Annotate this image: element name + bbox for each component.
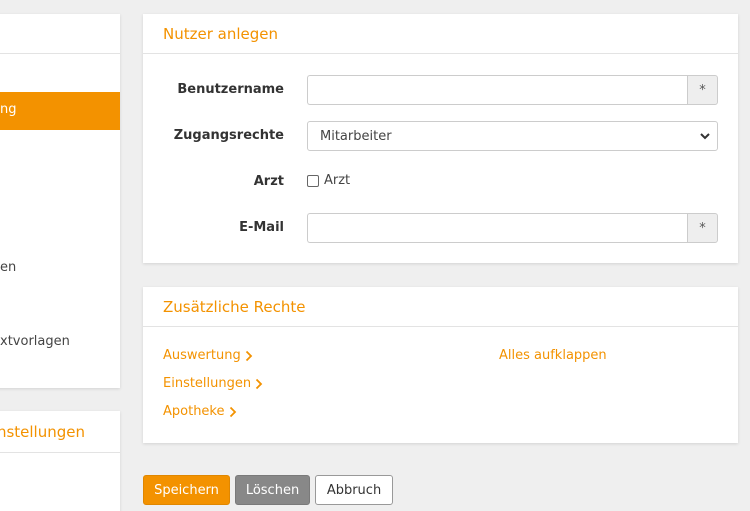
access-selected-value: Mitarbeiter (320, 128, 392, 144)
sidebar-panel: n ng en xtvorlagen (0, 14, 120, 388)
email-label: E-Mail (239, 220, 284, 235)
chevron-right-icon (245, 350, 252, 361)
panel-title: Zusätzliche Rechte (143, 287, 738, 327)
sidebar-settings-header: nstellungen (0, 411, 120, 453)
sidebar-settings-header-label: nstellungen (0, 423, 85, 441)
email-input-group: * (307, 213, 718, 243)
link-einstellungen[interactable]: Einstellungen (163, 376, 263, 391)
create-user-panel: Nutzer anlegen Benutzername * Zugangsrec… (143, 14, 738, 263)
required-marker: * (687, 213, 718, 243)
doctor-checkbox[interactable] (307, 174, 319, 187)
username-row: Benutzername * (143, 75, 738, 105)
sidebar-item-label: ng (0, 102, 17, 117)
email-row: E-Mail * (143, 213, 738, 243)
save-button[interactable]: Speichern (143, 475, 230, 505)
link-label: Einstellungen (163, 376, 252, 391)
sidebar-item-label: xtvorlagen (0, 334, 70, 349)
link-auswertung[interactable]: Auswertung (163, 348, 253, 363)
doctor-checkbox-wrap[interactable]: Arzt (307, 173, 350, 188)
link-label: Auswertung (163, 348, 241, 363)
doctor-label: Arzt (253, 174, 284, 189)
chevron-right-icon (229, 406, 236, 417)
email-input[interactable] (307, 213, 687, 243)
chevron-down-icon (700, 133, 710, 140)
required-marker: * (687, 75, 718, 105)
sidebar-item[interactable]: xtvorlagen (0, 324, 120, 362)
sidebar-settings-panel: nstellungen (0, 411, 120, 511)
expand-all-link[interactable]: Alles aufklappen (499, 348, 607, 363)
username-input-group: * (307, 75, 718, 105)
chevron-right-icon (255, 378, 263, 389)
access-label: Zugangsrechte (173, 128, 284, 143)
username-input[interactable] (307, 75, 687, 105)
access-row: Zugangsrechte Mitarbeiter (143, 121, 738, 151)
doctor-row: Arzt Arzt (143, 167, 738, 197)
access-select[interactable]: Mitarbeiter (307, 121, 718, 151)
sidebar-item-label: en (0, 260, 17, 275)
link-label: Apotheke (163, 404, 225, 419)
username-label: Benutzername (177, 82, 284, 97)
additional-rights-panel: Zusätzliche Rechte Auswertung Einstellun… (143, 287, 738, 443)
sidebar-item-active[interactable]: ng (0, 92, 120, 130)
panel-title: Nutzer anlegen (143, 14, 738, 54)
delete-button[interactable]: Löschen (235, 475, 310, 505)
doctor-checkbox-label[interactable]: Arzt (324, 173, 350, 188)
sidebar-item[interactable]: en (0, 250, 120, 288)
link-apotheke[interactable]: Apotheke (163, 404, 237, 419)
cancel-button[interactable]: Abbruch (315, 475, 393, 505)
sidebar-header: n (0, 14, 120, 54)
